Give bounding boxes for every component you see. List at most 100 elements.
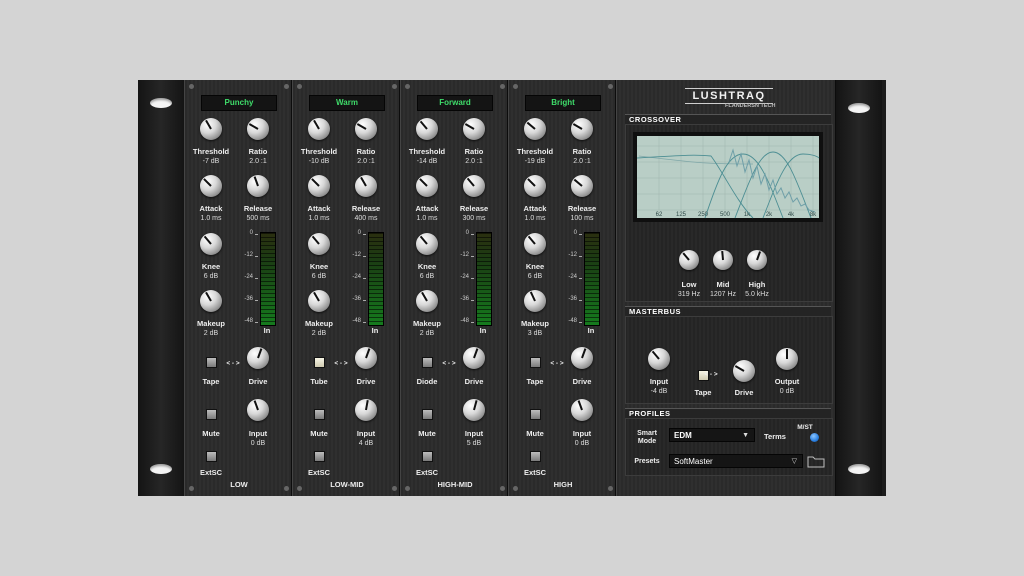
mute-switch[interactable] — [422, 409, 433, 420]
meter-tick — [471, 278, 474, 279]
band-preset-display[interactable]: Punchy — [201, 95, 277, 111]
mst-led-button[interactable] — [810, 433, 819, 442]
rack-ear-right — [836, 80, 882, 496]
crossover-mid-knob[interactable] — [713, 250, 733, 270]
release-knob[interactable] — [355, 175, 377, 197]
frequency-label: 125 — [676, 212, 687, 218]
attack-knob[interactable] — [308, 175, 330, 197]
mute-switch[interactable] — [314, 409, 325, 420]
meter-scale-label: -36 — [244, 296, 253, 302]
meter-scale-label: -36 — [460, 296, 469, 302]
smart-mode-label-2: Mode — [637, 438, 657, 445]
knee-knob[interactable] — [308, 233, 330, 255]
crossover-low-knob[interactable] — [679, 250, 699, 270]
saturation-switch[interactable] — [530, 357, 541, 368]
ratio-knob[interactable] — [355, 118, 377, 140]
meter-scale-label: -12 — [352, 252, 361, 258]
attack-knob[interactable] — [416, 175, 438, 197]
input-level-meter — [260, 232, 276, 326]
makeup-label: Makeup — [305, 319, 333, 328]
makeup-knob[interactable] — [524, 290, 546, 312]
extsc-switch[interactable] — [422, 451, 433, 462]
meter-tick — [579, 300, 582, 301]
attack-knob[interactable] — [524, 175, 546, 197]
input-value: 5 dB — [466, 440, 482, 447]
meter-scale-label: -36 — [352, 296, 361, 302]
extsc-label: ExtSC — [415, 468, 439, 477]
meter-scale-label: -48 — [352, 318, 361, 324]
crossover-high-value: 5.0 kHz — [745, 291, 769, 298]
masterbus-input-knob[interactable] — [648, 348, 670, 370]
ratio-value: 2.0 :1 — [357, 158, 375, 165]
link-symbol: < - > — [334, 360, 348, 367]
folder-icon[interactable] — [807, 454, 825, 468]
release-knob[interactable] — [463, 175, 485, 197]
extsc-switch[interactable] — [530, 451, 541, 462]
meter-tick — [471, 234, 474, 235]
extsc-switch[interactable] — [206, 451, 217, 462]
makeup-knob[interactable] — [416, 290, 438, 312]
meter-scale-label: -12 — [568, 252, 577, 258]
crossover-graph[interactable]: 62 125 250 500 1k 2k 4k 8k — [633, 132, 823, 222]
threshold-knob[interactable] — [416, 118, 438, 140]
attack-knob[interactable] — [200, 175, 222, 197]
knee-knob[interactable] — [200, 233, 222, 255]
threshold-knob[interactable] — [524, 118, 546, 140]
knee-knob[interactable] — [416, 233, 438, 255]
meter-scale-label: -24 — [244, 274, 253, 280]
knee-label: Knee — [309, 262, 329, 271]
band-name: LOW-MID — [330, 480, 364, 489]
makeup-value: 2 dB — [311, 330, 327, 337]
makeup-knob[interactable] — [200, 290, 222, 312]
band-preset-display[interactable]: Warm — [309, 95, 385, 111]
makeup-value: 3 dB — [527, 330, 543, 337]
saturation-switch[interactable] — [206, 357, 217, 368]
input-knob[interactable] — [247, 399, 269, 421]
makeup-label: Makeup — [413, 319, 441, 328]
mute-switch[interactable] — [530, 409, 541, 420]
terms-link[interactable]: Terms — [745, 432, 805, 441]
release-knob[interactable] — [247, 175, 269, 197]
masterbus-drive-knob[interactable] — [733, 360, 755, 382]
drive-knob[interactable] — [355, 347, 377, 369]
smart-mode-dropdown[interactable]: EDM ▼ — [669, 428, 755, 442]
ratio-knob[interactable] — [247, 118, 269, 140]
input-level-meter — [584, 232, 600, 326]
makeup-knob[interactable] — [308, 290, 330, 312]
band-preset-display[interactable]: Bright — [525, 95, 601, 111]
input-value: 0 dB — [250, 440, 266, 447]
crossover-high-label: High — [748, 280, 766, 289]
preset-dropdown[interactable]: SoftMaster ▽ — [669, 454, 803, 468]
drive-label: Drive — [248, 377, 268, 386]
crossover-title: CROSSOVER — [629, 115, 682, 124]
screw — [284, 486, 289, 491]
mst-label: M/ST — [797, 424, 813, 431]
frequency-label: 62 — [656, 212, 663, 218]
masterbus-link-symbol: < - > — [704, 371, 718, 378]
ratio-knob[interactable] — [463, 118, 485, 140]
input-knob[interactable] — [463, 399, 485, 421]
band-preset-display[interactable]: Forward — [417, 95, 493, 111]
threshold-knob[interactable] — [200, 118, 222, 140]
extsc-switch[interactable] — [314, 451, 325, 462]
drive-knob[interactable] — [247, 347, 269, 369]
release-knob[interactable] — [571, 175, 593, 197]
drive-knob[interactable] — [463, 347, 485, 369]
knee-label: Knee — [525, 262, 545, 271]
input-knob[interactable] — [571, 399, 593, 421]
saturation-switch[interactable] — [422, 357, 433, 368]
threshold-knob[interactable] — [308, 118, 330, 140]
screw — [189, 486, 194, 491]
input-knob[interactable] — [355, 399, 377, 421]
meter-tick — [579, 234, 582, 235]
input-label: Input — [248, 429, 268, 438]
knee-knob[interactable] — [524, 233, 546, 255]
masterbus-output-knob[interactable] — [776, 348, 798, 370]
ratio-knob[interactable] — [571, 118, 593, 140]
drive-label: Drive — [356, 377, 376, 386]
drive-knob[interactable] — [571, 347, 593, 369]
meter-tick — [363, 278, 366, 279]
mute-switch[interactable] — [206, 409, 217, 420]
saturation-switch[interactable] — [314, 357, 325, 368]
crossover-high-knob[interactable] — [747, 250, 767, 270]
